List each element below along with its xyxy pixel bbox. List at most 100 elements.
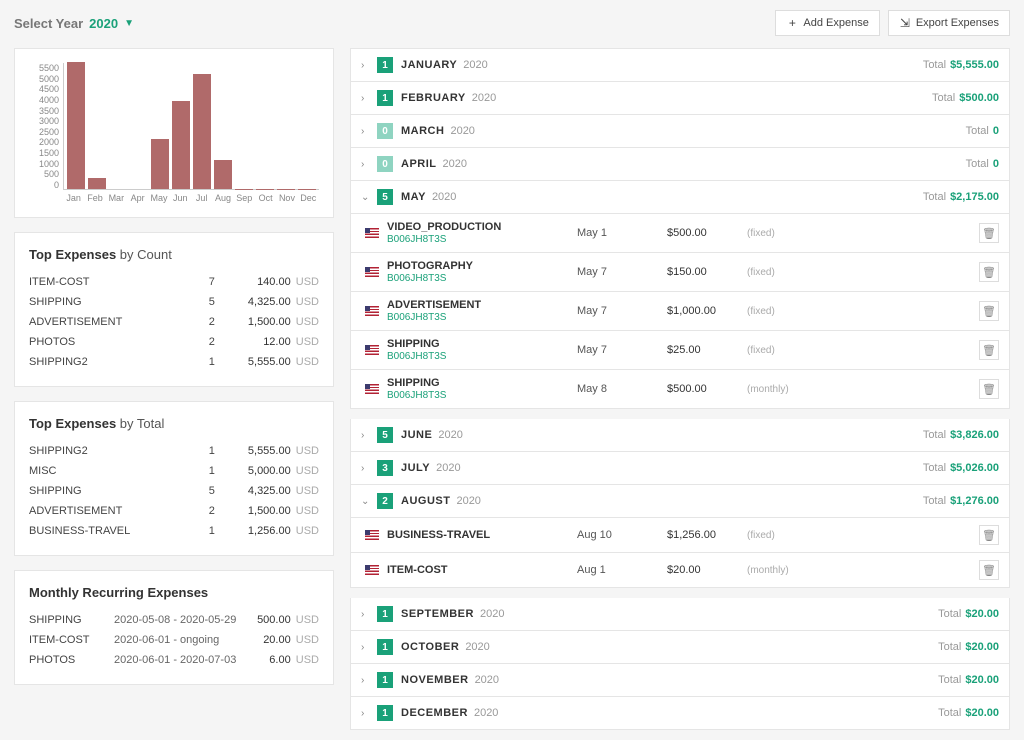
card-title: Monthly Recurring Expenses [29,585,319,600]
total-label: Total [923,429,946,441]
total-label: Total [923,495,946,507]
expense-name: SHIPPING [387,338,577,350]
month-header-row[interactable]: › 1 OCTOBER 2020 Total $20.00 [350,631,1010,664]
chevron-right-icon: › [361,675,377,686]
year-selector-label: Select Year [14,16,83,31]
delete-button[interactable]: 🗑 [979,223,999,243]
add-expense-label: Add Expense [803,17,868,29]
flag-icon [365,530,379,540]
month-header-row[interactable]: › 0 MARCH 2020 Total 0 [350,115,1010,148]
month-header-row[interactable]: › 1 NOVEMBER 2020 Total $20.00 [350,664,1010,697]
expense-name: SHIPPING [387,377,577,389]
delete-button[interactable]: 🗑 [979,301,999,321]
table-row: ITEM-COST2020-06-01 - ongoing20.00 USD [29,630,319,650]
chevron-right-icon: › [361,609,377,620]
expense-amount: $500.00 [667,227,747,239]
table-row: PHOTOS212.00 USD [29,332,319,352]
flag-icon [365,306,379,316]
month-header-row[interactable]: › 3 JULY 2020 Total $5,026.00 [350,452,1010,485]
table-row: SHIPPING215,555.00 USD [29,352,319,372]
chart-bar [88,178,106,189]
export-icon: ⇲ [899,17,911,29]
total-label: Total [938,674,961,686]
count-badge: 2 [377,493,393,509]
month-header-row[interactable]: › 1 FEBRUARY 2020 Total $500.00 [350,82,1010,115]
total-label: Total [938,641,961,653]
year-selector[interactable]: Select Year 2020 ▼ [14,16,134,31]
count-badge: 1 [377,90,393,106]
trash-icon: 🗑 [982,383,996,396]
delete-button[interactable]: 🗑 [979,340,999,360]
delete-button[interactable]: 🗑 [979,560,999,580]
total-label: Total [938,608,961,620]
year-selector-value: 2020 [89,16,118,31]
expense-date: Aug 10 [577,529,667,541]
count-badge: 1 [377,57,393,73]
expense-date: May 7 [577,305,667,317]
table-row: BUSINESS-TRAVEL11,256.00 USD [29,521,319,541]
total-label: Total [923,59,946,71]
expense-name: ADVERTISEMENT [387,299,577,311]
flag-icon [365,565,379,575]
month-year: 2020 [463,59,487,71]
chevron-right-icon: › [361,60,377,71]
expense-date: Aug 1 [577,564,667,576]
top-expenses-by-count-card: Top Expenses by Count ITEM-COST7140.00 U… [14,232,334,387]
monthly-chart-card: 5500500045004000350030002500200015001000… [14,48,334,218]
month-name: FEBRUARY [401,92,466,104]
expense-row: BUSINESS-TRAVEL Aug 10 $1,256.00 (fixed)… [350,518,1010,553]
count-badge: 1 [377,639,393,655]
count-badge: 1 [377,672,393,688]
month-header-row[interactable]: › 1 SEPTEMBER 2020 Total $20.00 [350,598,1010,631]
delete-button[interactable]: 🗑 [979,379,999,399]
month-year: 2020 [472,92,496,104]
expense-row: ADVERTISEMENTB006JH8T3S May 7 $1,000.00 … [350,292,1010,331]
chart-x-axis: JanFebMarAprMayJunJulAugSepOctNovDec [29,193,319,203]
month-header-row[interactable]: › 0 APRIL 2020 Total 0 [350,148,1010,181]
month-name: JUNE [401,429,432,441]
month-header-row[interactable]: ⌄ 5 MAY 2020 Total $2,175.00 [350,181,1010,214]
month-year: 2020 [475,674,499,686]
table-row: ADVERTISEMENT21,500.00 USD [29,501,319,521]
expense-row: VIDEO_PRODUCTIONB006JH8T3S May 1 $500.00… [350,214,1010,253]
total-label: Total [923,462,946,474]
month-header-row[interactable]: › 1 JANUARY 2020 Total $5,555.00 [350,48,1010,82]
expense-amount: $1,256.00 [667,529,747,541]
count-badge: 1 [377,606,393,622]
trash-icon: 🗑 [982,564,996,577]
trash-icon: 🗑 [982,529,996,542]
trash-icon: 🗑 [982,305,996,318]
delete-button[interactable]: 🗑 [979,525,999,545]
trash-icon: 🗑 [982,266,996,279]
month-name: DECEMBER [401,707,468,719]
chart-bar [214,160,232,189]
expense-subcode: B006JH8T3S [387,351,577,362]
expense-amount: $1,000.00 [667,305,747,317]
chevron-down-icon: ⌄ [361,496,377,507]
total-value: $20.00 [965,707,999,719]
total-value: $20.00 [965,641,999,653]
add-expense-button[interactable]: + Add Expense [775,10,879,36]
export-expenses-button[interactable]: ⇲ Export Expenses [888,10,1010,36]
month-name: SEPTEMBER [401,608,474,620]
month-year: 2020 [465,641,489,653]
month-header-row[interactable]: ⌄ 2 AUGUST 2020 Total $1,276.00 [350,485,1010,518]
table-row: SHIPPING54,325.00 USD [29,292,319,312]
count-badge: 5 [377,427,393,443]
month-year: 2020 [438,429,462,441]
month-name: AUGUST [401,495,450,507]
expense-frequency: (monthly) [747,384,789,395]
total-value: 0 [993,125,999,137]
table-row: MISC15,000.00 USD [29,461,319,481]
trash-icon: 🗑 [982,227,996,240]
expense-subcode: B006JH8T3S [387,234,577,245]
month-header-row[interactable]: › 1 DECEMBER 2020 Total $20.00 [350,697,1010,730]
total-value: $20.00 [965,608,999,620]
month-header-row[interactable]: › 5 JUNE 2020 Total $3,826.00 [350,419,1010,452]
month-name: MAY [401,191,426,203]
delete-button[interactable]: 🗑 [979,262,999,282]
total-value: $5,026.00 [950,462,999,474]
chevron-right-icon: › [361,708,377,719]
total-value: $5,555.00 [950,59,999,71]
recurring-expenses-card: Monthly Recurring Expenses SHIPPING2020-… [14,570,334,685]
